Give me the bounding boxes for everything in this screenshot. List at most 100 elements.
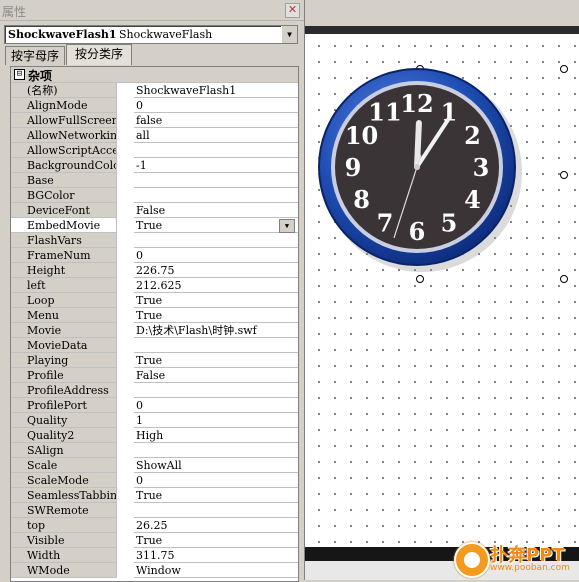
property-value[interactable]: True: [134, 533, 298, 548]
property-row[interactable]: Width 311.75: [11, 548, 298, 563]
property-name: (名称): [11, 83, 117, 98]
property-value[interactable]: [134, 233, 298, 248]
property-name: AllowFullScreen: [11, 113, 117, 128]
property-value[interactable]: [134, 503, 298, 518]
property-row[interactable]: Base: [11, 173, 298, 188]
property-row[interactable]: AllowScriptAccess: [11, 143, 298, 158]
property-value[interactable]: false: [134, 113, 298, 128]
clock-numeral: 4: [464, 185, 481, 214]
property-value[interactable]: High: [134, 428, 298, 443]
property-row[interactable]: Quality 1: [11, 413, 298, 428]
property-value[interactable]: [134, 443, 298, 458]
property-value[interactable]: Window: [134, 563, 298, 578]
property-value[interactable]: -1: [134, 158, 298, 173]
property-row[interactable]: Loop True: [11, 293, 298, 308]
property-value[interactable]: [134, 173, 298, 188]
property-value[interactable]: True: [134, 218, 298, 233]
property-row[interactable]: AllowFullScreen false: [11, 113, 298, 128]
property-row[interactable]: DeviceFont False: [11, 203, 298, 218]
property-row[interactable]: ScaleMode 0: [11, 473, 298, 488]
property-row[interactable]: (名称) ShockwaveFlash1: [11, 83, 298, 98]
property-value[interactable]: False: [134, 203, 298, 218]
clock-numeral: 2: [464, 121, 481, 150]
watermark: 扑奔PPT www.pooban.com: [448, 539, 579, 580]
property-value[interactable]: 0: [134, 473, 298, 488]
property-row[interactable]: ProfileAddress: [11, 383, 298, 398]
clock-center-pin: [414, 164, 420, 170]
property-value[interactable]: True: [134, 353, 298, 368]
resize-handle-top-right[interactable]: [560, 65, 568, 73]
property-name: Profile: [11, 368, 117, 383]
property-value[interactable]: False: [134, 368, 298, 383]
property-row[interactable]: MovieData: [11, 338, 298, 353]
property-name: WMode: [11, 563, 117, 578]
property-value[interactable]: 0: [134, 398, 298, 413]
collapse-icon[interactable]: ⊟: [14, 69, 25, 80]
property-value[interactable]: [134, 143, 298, 158]
resize-handle-bottom-right[interactable]: [560, 275, 568, 283]
property-name: DeviceFont: [11, 203, 117, 218]
property-value[interactable]: 0: [134, 248, 298, 263]
property-row[interactable]: Movie D:\技术\Flash\时钟.swf: [11, 323, 298, 338]
property-row[interactable]: top 26.25: [11, 518, 298, 533]
property-row[interactable]: FrameNum 0: [11, 248, 298, 263]
property-name: Visible: [11, 533, 117, 548]
property-value[interactable]: 212.625: [134, 278, 298, 293]
tab-alphabetic[interactable]: 按字母序: [5, 46, 65, 65]
property-name: Quality: [11, 413, 117, 428]
property-value[interactable]: [134, 338, 298, 353]
resize-handle-bottom-middle[interactable]: [416, 275, 424, 283]
resize-handle-middle-right[interactable]: [560, 171, 568, 179]
property-value[interactable]: all: [134, 128, 298, 143]
property-value[interactable]: True: [134, 293, 298, 308]
property-name: BGColor: [11, 188, 117, 203]
property-row[interactable]: BGColor: [11, 188, 298, 203]
close-button[interactable]: ✕: [285, 3, 300, 18]
value-dropdown-icon[interactable]: ▼: [279, 219, 295, 233]
property-row[interactable]: AlignMode 0: [11, 98, 298, 113]
chevron-down-icon[interactable]: ▼: [281, 26, 297, 43]
clock-numeral: 9: [345, 153, 362, 182]
clock-numeral: 5: [441, 208, 458, 237]
property-name: ScaleMode: [11, 473, 117, 488]
property-row[interactable]: WMode Window: [11, 563, 298, 578]
property-row[interactable]: EmbedMovie True ▼: [11, 218, 298, 233]
property-row[interactable]: SWRemote: [11, 503, 298, 518]
property-value[interactable]: 1: [134, 413, 298, 428]
property-value[interactable]: 226.75: [134, 263, 298, 278]
property-row[interactable]: SeamlessTabbing True: [11, 488, 298, 503]
property-value[interactable]: [134, 188, 298, 203]
property-value[interactable]: 26.25: [134, 518, 298, 533]
property-value[interactable]: D:\技术\Flash\时钟.swf: [134, 323, 298, 338]
property-row[interactable]: left 212.625: [11, 278, 298, 293]
category-header[interactable]: ⊟ 杂项: [11, 67, 298, 83]
property-row[interactable]: Visible True: [11, 533, 298, 548]
property-row[interactable]: Height 226.75: [11, 263, 298, 278]
property-value[interactable]: 311.75: [134, 548, 298, 563]
property-row[interactable]: Quality2 High: [11, 428, 298, 443]
property-name: AlignMode: [11, 98, 117, 113]
stage-top-bar: [305, 26, 579, 34]
property-name: AllowNetworking: [11, 128, 117, 143]
property-value[interactable]: True: [134, 488, 298, 503]
property-row[interactable]: SAlign: [11, 443, 298, 458]
property-value[interactable]: ShowAll: [134, 458, 298, 473]
property-row[interactable]: BackgroundColor -1: [11, 158, 298, 173]
flash-clock[interactable]: 12 1234567891011: [316, 66, 522, 272]
property-row[interactable]: Profile False: [11, 368, 298, 383]
property-value[interactable]: True: [134, 308, 298, 323]
object-selector[interactable]: ShockwaveFlash1 ShockwaveFlash ▼: [4, 25, 298, 44]
property-row[interactable]: FlashVars: [11, 233, 298, 248]
property-row[interactable]: Menu True: [11, 308, 298, 323]
property-name: ProfilePort: [11, 398, 117, 413]
property-name: AllowScriptAccess: [11, 143, 117, 158]
clock-numeral: 12: [400, 89, 433, 118]
tab-categorized[interactable]: 按分类序: [66, 44, 132, 65]
property-row[interactable]: ProfilePort 0: [11, 398, 298, 413]
property-value[interactable]: 0: [134, 98, 298, 113]
property-row[interactable]: Scale ShowAll: [11, 458, 298, 473]
property-row[interactable]: AllowNetworking all: [11, 128, 298, 143]
property-value[interactable]: [134, 383, 298, 398]
property-value[interactable]: ShockwaveFlash1: [134, 83, 298, 98]
property-row[interactable]: Playing True: [11, 353, 298, 368]
